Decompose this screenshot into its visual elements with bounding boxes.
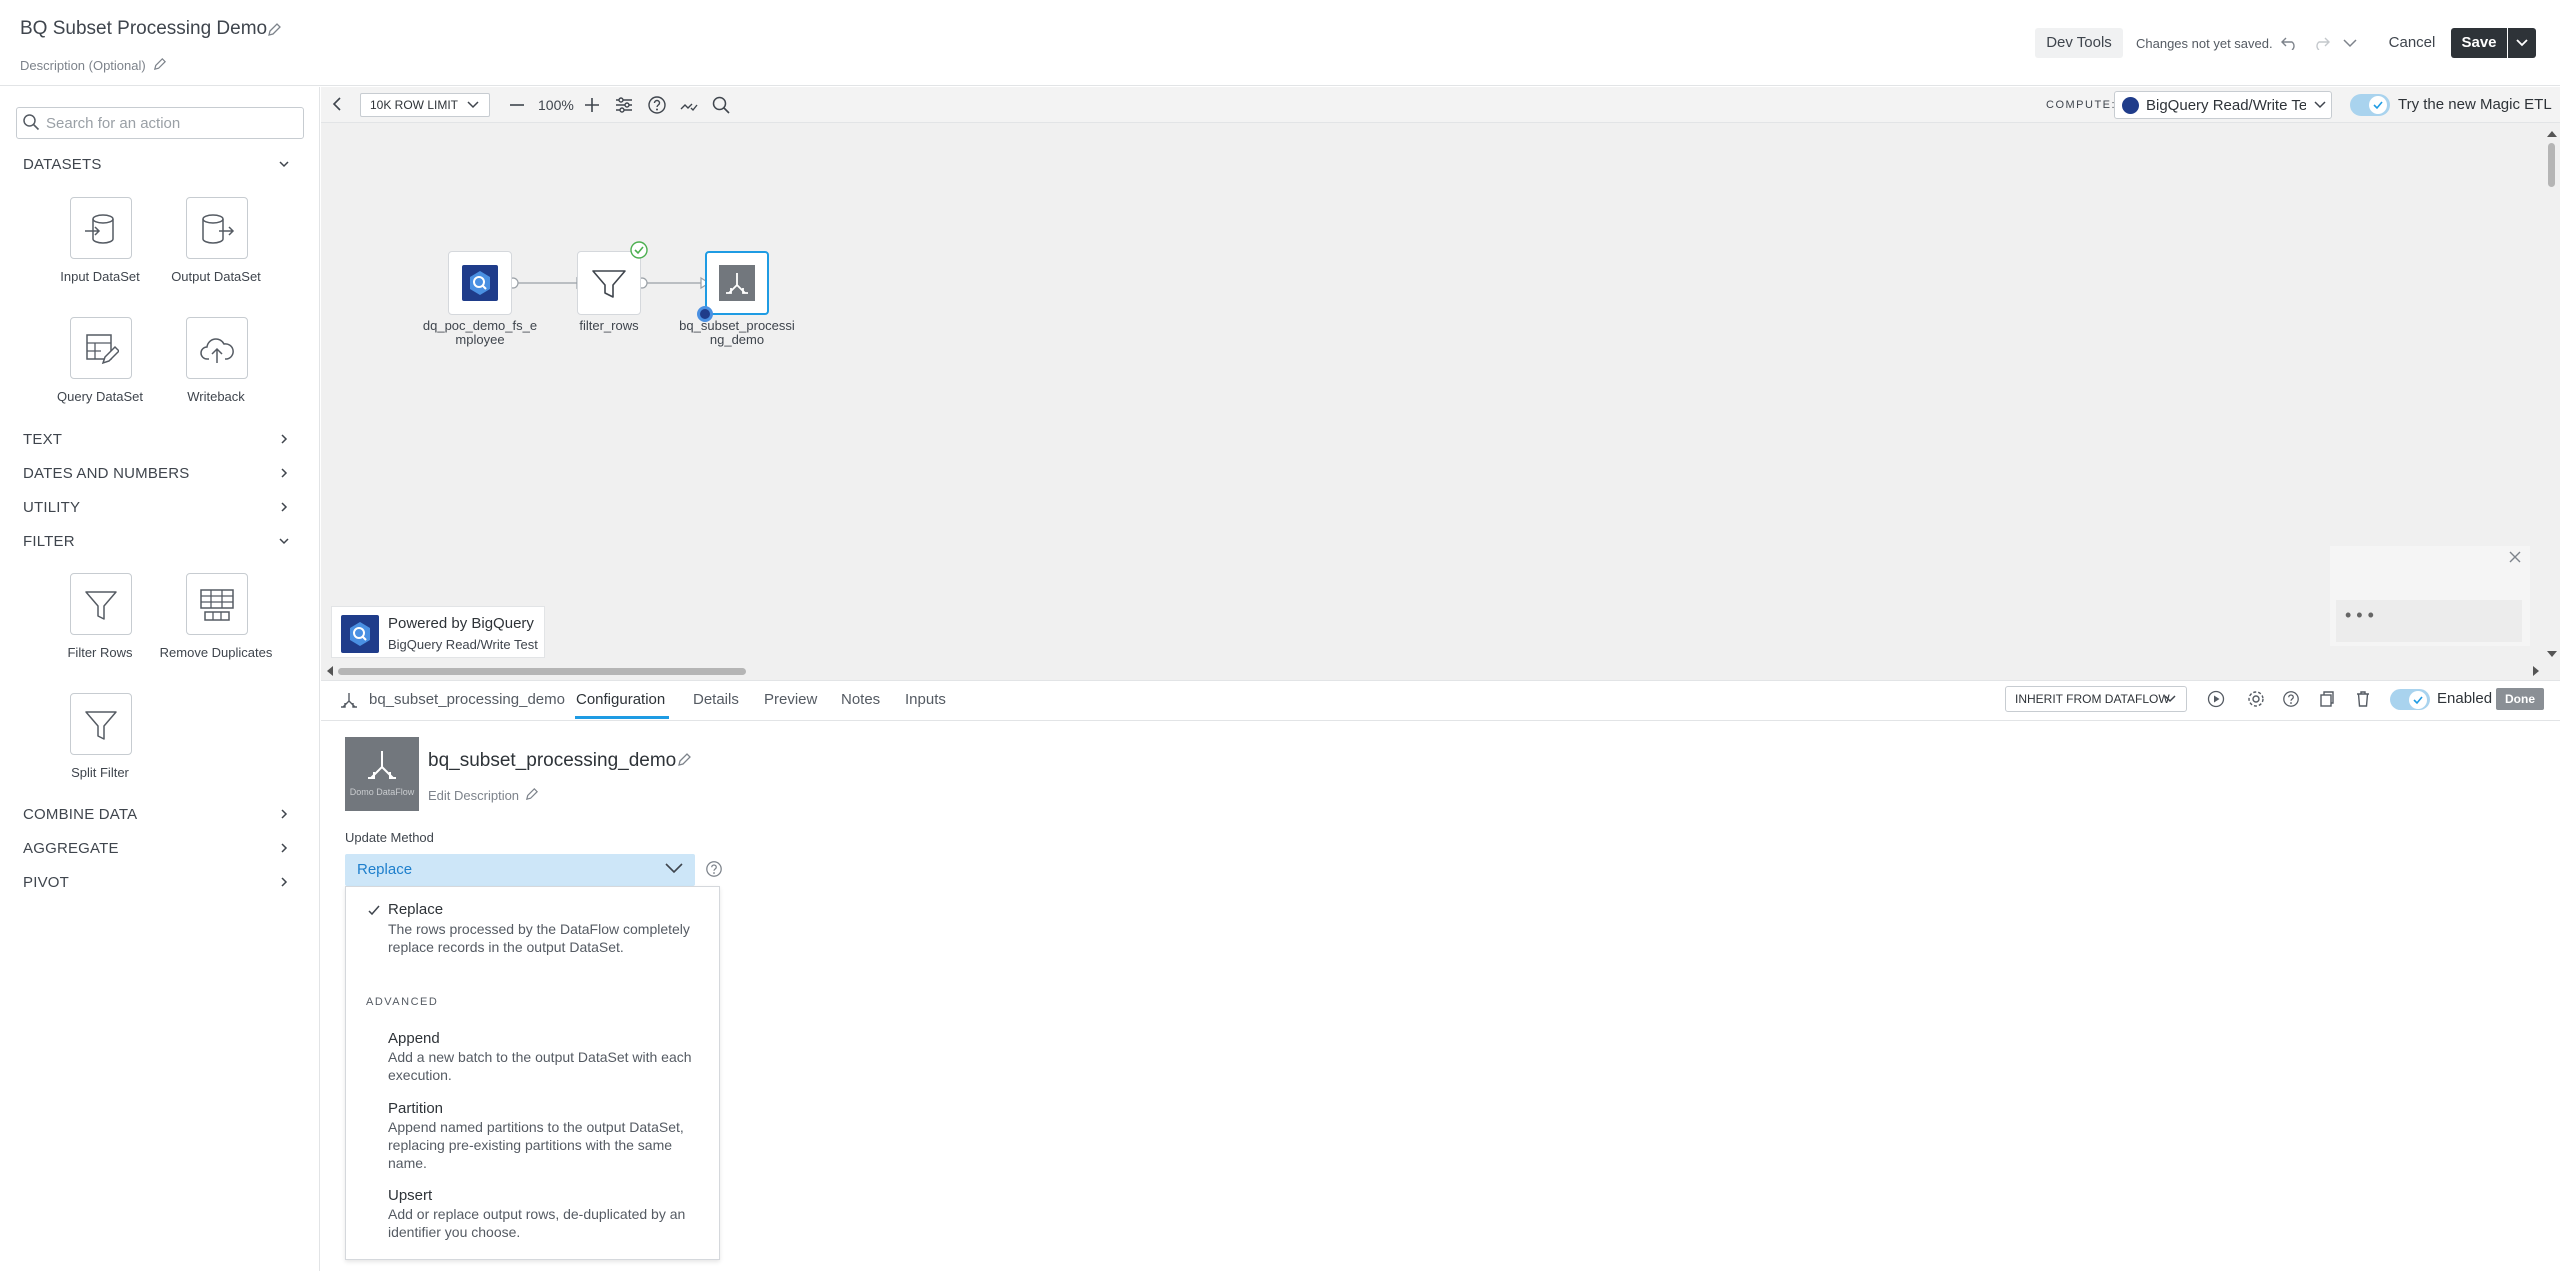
- gear-icon[interactable]: [2246, 689, 2266, 709]
- scroll-right-arrow[interactable]: [2532, 666, 2540, 676]
- check-icon: [2409, 691, 2427, 709]
- chevron-down-icon: [2163, 694, 2177, 704]
- update-method-label: Update Method: [345, 830, 434, 845]
- option-append[interactable]: Append: [388, 1030, 440, 1047]
- option-partition-desc[interactable]: Append named partitions to the output Da…: [388, 1118, 708, 1172]
- scroll-down-arrow[interactable]: [2547, 650, 2557, 658]
- vertical-scrollbar[interactable]: [2548, 143, 2555, 187]
- option-replace[interactable]: Replace: [388, 901, 443, 918]
- section-aggregate[interactable]: AGGREGATE: [23, 840, 119, 857]
- check-circle-icon: [630, 241, 648, 259]
- node-title[interactable]: bq_subset_processing_demo: [428, 750, 676, 772]
- help-icon[interactable]: [2282, 690, 2300, 708]
- tab-preview[interactable]: Preview: [764, 691, 817, 708]
- close-icon[interactable]: [2508, 550, 2522, 564]
- split-filter-icon: [85, 711, 117, 740]
- section-combine-data[interactable]: COMBINE DATA: [23, 806, 137, 823]
- update-method-value: Replace: [357, 861, 413, 878]
- edit-description-link[interactable]: Edit Description: [428, 788, 519, 803]
- node-connections: [507, 276, 711, 290]
- enabled-label: Enabled: [2437, 690, 2493, 707]
- chevron-right-icon[interactable]: [278, 842, 290, 854]
- dataflow-output-icon: [345, 737, 419, 811]
- output-node-label: bq_subset_processi ng_demo: [679, 318, 795, 347]
- output-dataset-node[interactable]: [705, 251, 769, 315]
- chevron-down-icon: [664, 862, 684, 874]
- chevron-right-icon[interactable]: [278, 876, 290, 888]
- chevron-right-icon[interactable]: [278, 808, 290, 820]
- advanced-heading: ADVANCED: [366, 996, 439, 1008]
- section-pivot[interactable]: PIVOT: [23, 874, 69, 891]
- powered-by-text: Powered by BigQuery: [388, 615, 534, 632]
- copy-icon[interactable]: [2318, 690, 2336, 708]
- help-icon[interactable]: [705, 860, 723, 878]
- option-append-desc[interactable]: Add a new batch to the output DataSet wi…: [388, 1048, 708, 1084]
- option-replace-desc[interactable]: The rows processed by the DataFlow compl…: [388, 920, 708, 956]
- play-icon[interactable]: [2207, 690, 2225, 708]
- option-partition[interactable]: Partition: [388, 1100, 443, 1117]
- pencil-icon[interactable]: [676, 752, 692, 768]
- option-upsert-desc[interactable]: Add or replace output rows, de-duplicate…: [388, 1205, 708, 1241]
- typing-indicator: • • •: [2345, 605, 2374, 625]
- tab-notes[interactable]: Notes: [841, 691, 880, 708]
- node-name: bq_subset_processing_demo: [369, 691, 565, 708]
- icon-caption: Domo DataFlow: [349, 787, 415, 797]
- bigquery-icon: [462, 265, 498, 301]
- tab-configuration[interactable]: Configuration: [576, 691, 665, 708]
- filter-icon: [592, 270, 626, 298]
- powered-by-subtext: BigQuery Read/Write Test: [388, 637, 538, 652]
- split-filter-label: Split Filter: [71, 765, 129, 780]
- tab-inputs[interactable]: Inputs: [905, 691, 946, 708]
- scroll-left-arrow[interactable]: [326, 666, 334, 676]
- split-filter-tile[interactable]: [70, 693, 132, 755]
- check-icon: [367, 904, 381, 918]
- pencil-icon[interactable]: [524, 787, 539, 802]
- active-tab-indicator: [575, 716, 669, 719]
- output-icon: [719, 265, 755, 301]
- scroll-up-arrow[interactable]: [2547, 130, 2557, 138]
- horizontal-scrollbar[interactable]: [338, 668, 746, 675]
- tab-details[interactable]: Details: [693, 691, 739, 708]
- done-button[interactable]: Done: [2496, 688, 2544, 710]
- output-icon: [339, 691, 359, 711]
- inherit-select[interactable]: INHERIT FROM DATAFLOW: [2005, 686, 2187, 712]
- filter-node-label: filter_rows: [579, 318, 639, 333]
- trash-icon[interactable]: [2354, 690, 2372, 708]
- bigquery-icon: [341, 615, 379, 653]
- filter-rows-node[interactable]: [577, 251, 641, 315]
- option-upsert[interactable]: Upsert: [388, 1187, 432, 1204]
- input-dataset-node[interactable]: [448, 251, 512, 315]
- input-node-label: dq_poc_demo_fs_e mployee: [422, 318, 538, 347]
